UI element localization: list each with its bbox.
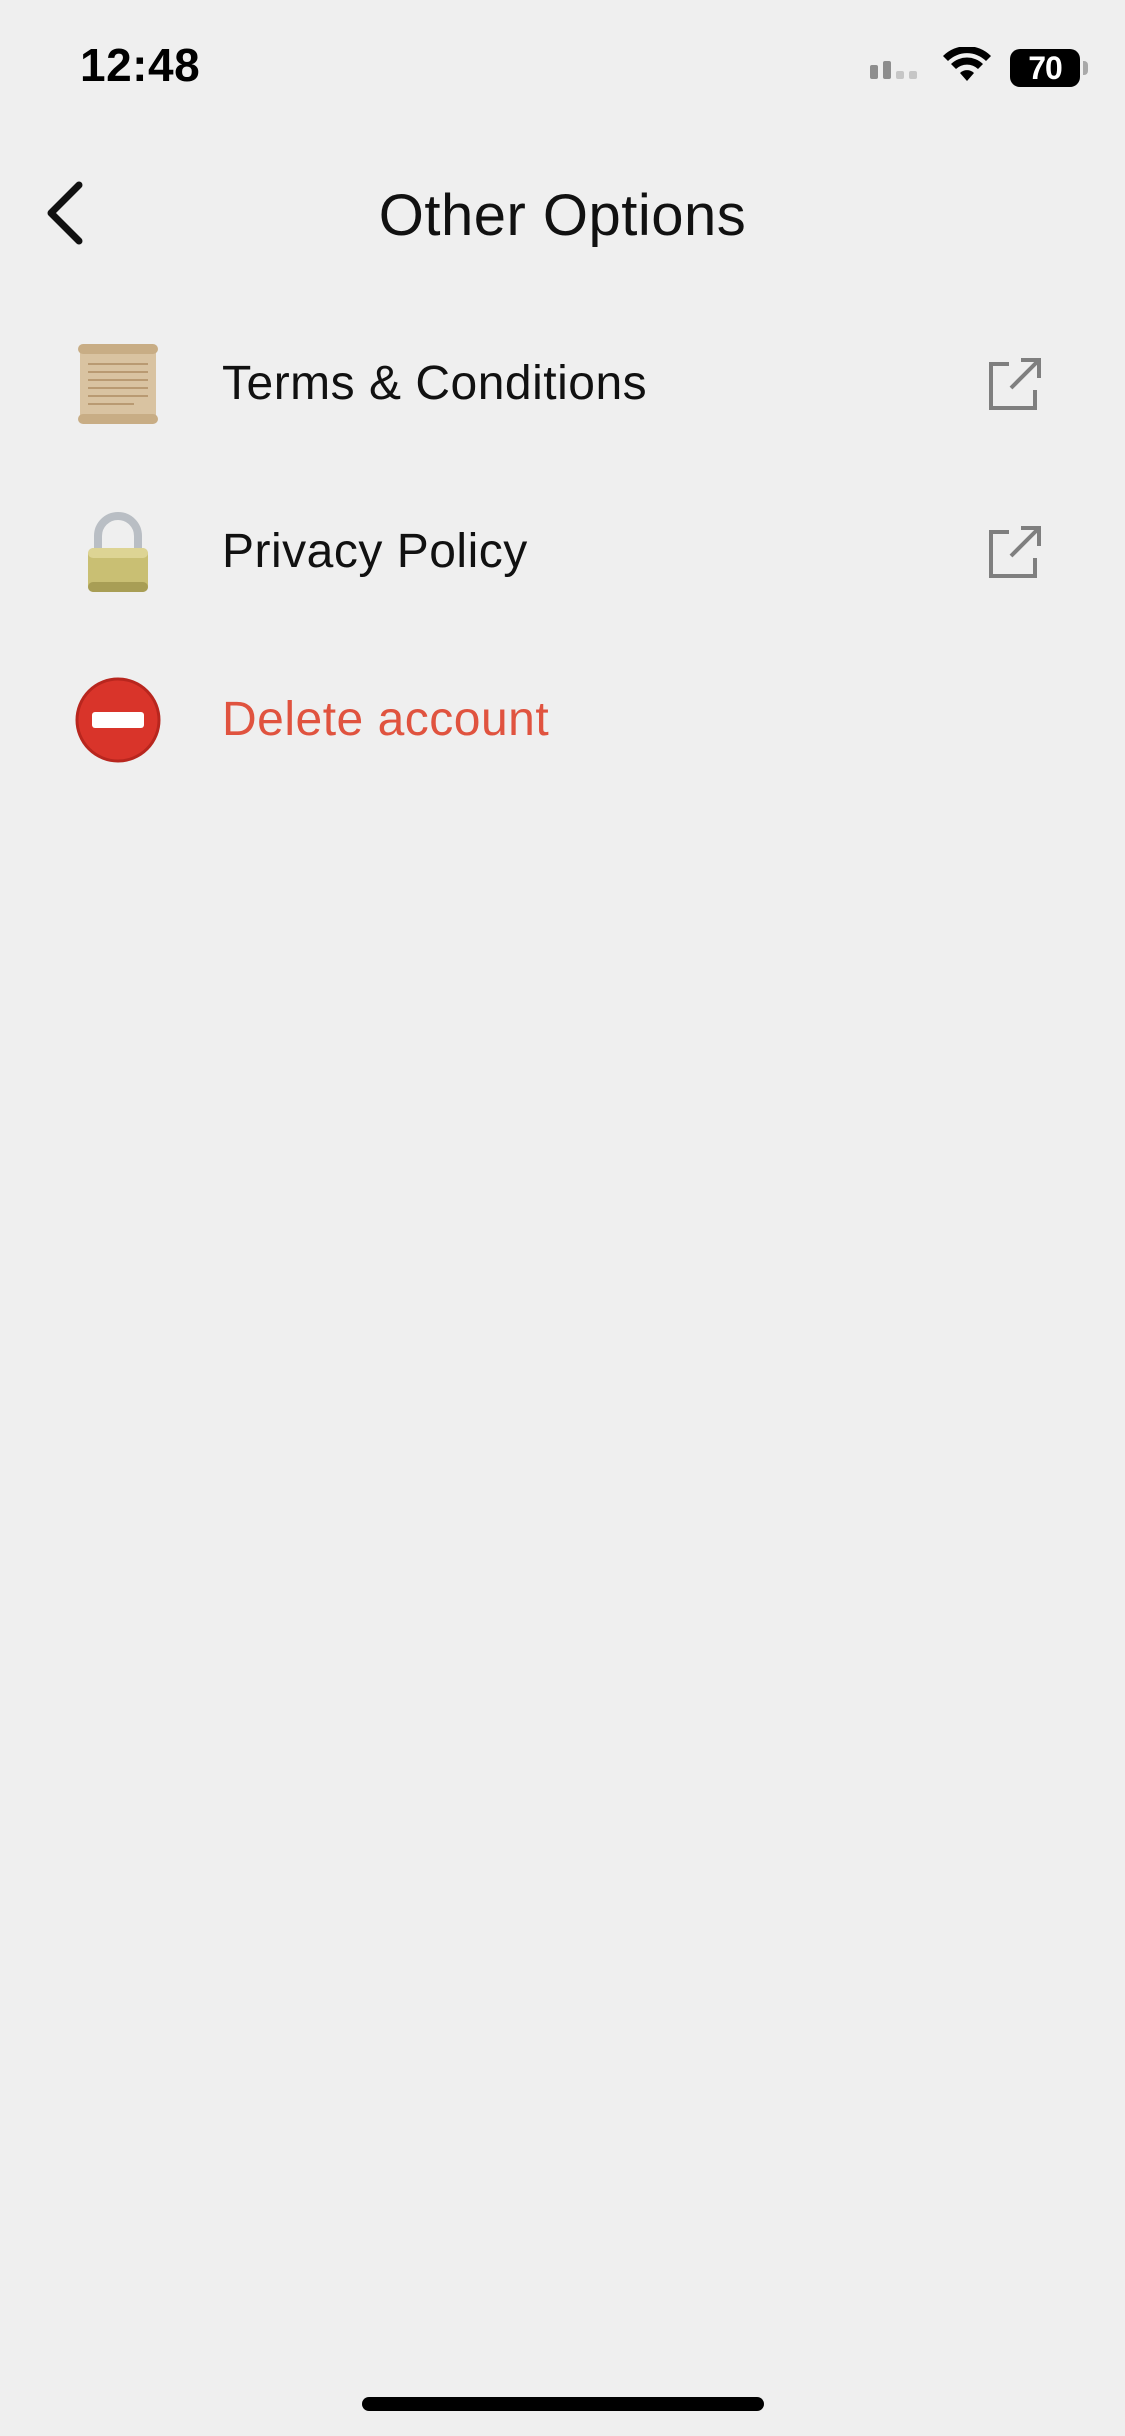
terms-conditions-row[interactable]: Terms & Conditions bbox=[0, 300, 1125, 468]
status-icons: 70 bbox=[868, 45, 1088, 90]
delete-account-label: Delete account bbox=[222, 693, 550, 746]
scroll-icon bbox=[74, 340, 162, 428]
status-time: 12:48 bbox=[80, 39, 201, 91]
page-title: Other Options bbox=[378, 183, 747, 248]
external-link-icon[interactable] bbox=[985, 522, 1045, 582]
home-indicator[interactable] bbox=[362, 2397, 764, 2411]
delete-account-row[interactable]: Delete account bbox=[0, 636, 1125, 804]
navigation-header: Other Options bbox=[0, 160, 1125, 270]
terms-conditions-label: Terms & Conditions bbox=[222, 357, 648, 410]
battery-icon: 70 bbox=[1010, 49, 1088, 87]
no-entry-icon bbox=[74, 676, 162, 764]
external-link-icon[interactable] bbox=[985, 354, 1045, 414]
cellular-signal-icon bbox=[868, 51, 924, 86]
privacy-policy-row[interactable]: Privacy Policy bbox=[0, 468, 1125, 636]
privacy-policy-label: Privacy Policy bbox=[222, 525, 528, 578]
wifi-icon bbox=[942, 45, 992, 90]
status-bar: 12:48 70 bbox=[0, 0, 1125, 130]
lock-icon bbox=[74, 508, 162, 596]
options-list: Terms & Conditions Privacy Policy Delete… bbox=[0, 300, 1125, 804]
